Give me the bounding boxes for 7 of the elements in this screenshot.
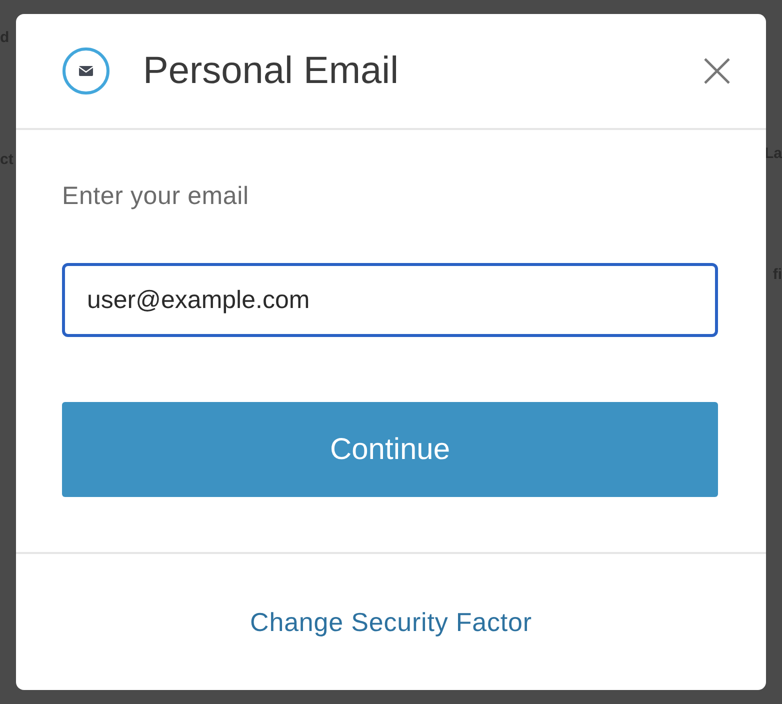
close-button[interactable] <box>702 56 732 86</box>
mail-icon <box>62 47 110 95</box>
email-field[interactable]: user@example.com <box>62 263 718 337</box>
change-factor-link[interactable]: Change Security Factor <box>250 606 532 638</box>
continue-button[interactable]: Continue <box>62 402 718 497</box>
field-label: Enter your email <box>62 182 250 211</box>
dialog-title: Personal Email <box>143 50 400 92</box>
